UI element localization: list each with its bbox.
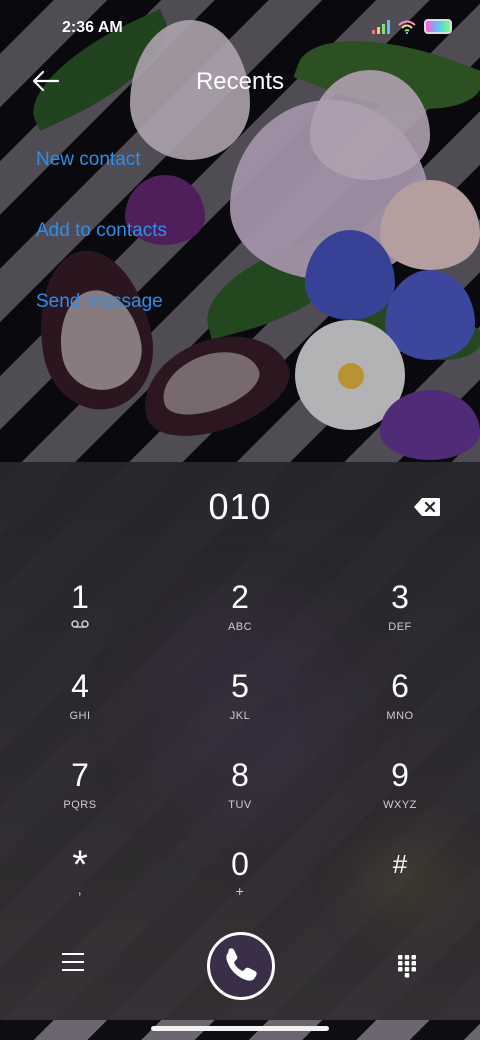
battery-icon xyxy=(424,19,452,34)
dial-key-star[interactable]: * , xyxy=(20,845,140,921)
dial-key-0[interactable]: 0 + xyxy=(180,845,300,921)
status-time: 2:36 AM xyxy=(62,19,123,36)
new-contact-link[interactable]: New contact xyxy=(36,149,141,171)
dial-key-5[interactable]: 5 JKL xyxy=(180,667,300,743)
voicemail-icon xyxy=(71,620,89,628)
page-title: Recents xyxy=(195,68,285,95)
dial-key-1[interactable]: 1 xyxy=(20,578,140,654)
call-button[interactable] xyxy=(207,932,275,1000)
dial-key-7[interactable]: 7 PQRS xyxy=(20,756,140,832)
app-header: Recents xyxy=(0,58,480,106)
dial-key-4[interactable]: 4 GHI xyxy=(20,667,140,743)
phone-icon xyxy=(226,948,257,981)
home-indicator[interactable] xyxy=(151,1026,329,1031)
entered-number[interactable]: 010 xyxy=(0,486,480,528)
dial-key-6[interactable]: 6 MNO xyxy=(340,667,460,743)
send-message-link[interactable]: Send message xyxy=(36,291,163,313)
wifi-icon xyxy=(398,20,416,34)
dial-key-hash[interactable]: # xyxy=(340,845,460,921)
dial-key-2[interactable]: 2 ABC xyxy=(180,578,300,654)
signal-icon xyxy=(372,19,390,34)
backspace-icon[interactable] xyxy=(413,497,441,517)
dial-key-3[interactable]: 3 DEF xyxy=(340,578,460,654)
dial-key-8[interactable]: 8 TUV xyxy=(180,756,300,832)
add-to-contacts-link[interactable]: Add to contacts xyxy=(36,220,167,242)
status-bar: 2:36 AM xyxy=(0,0,480,56)
menu-icon[interactable] xyxy=(62,953,84,973)
dialpad-icon[interactable] xyxy=(397,954,417,978)
dial-key-9[interactable]: 9 WXYZ xyxy=(340,756,460,832)
